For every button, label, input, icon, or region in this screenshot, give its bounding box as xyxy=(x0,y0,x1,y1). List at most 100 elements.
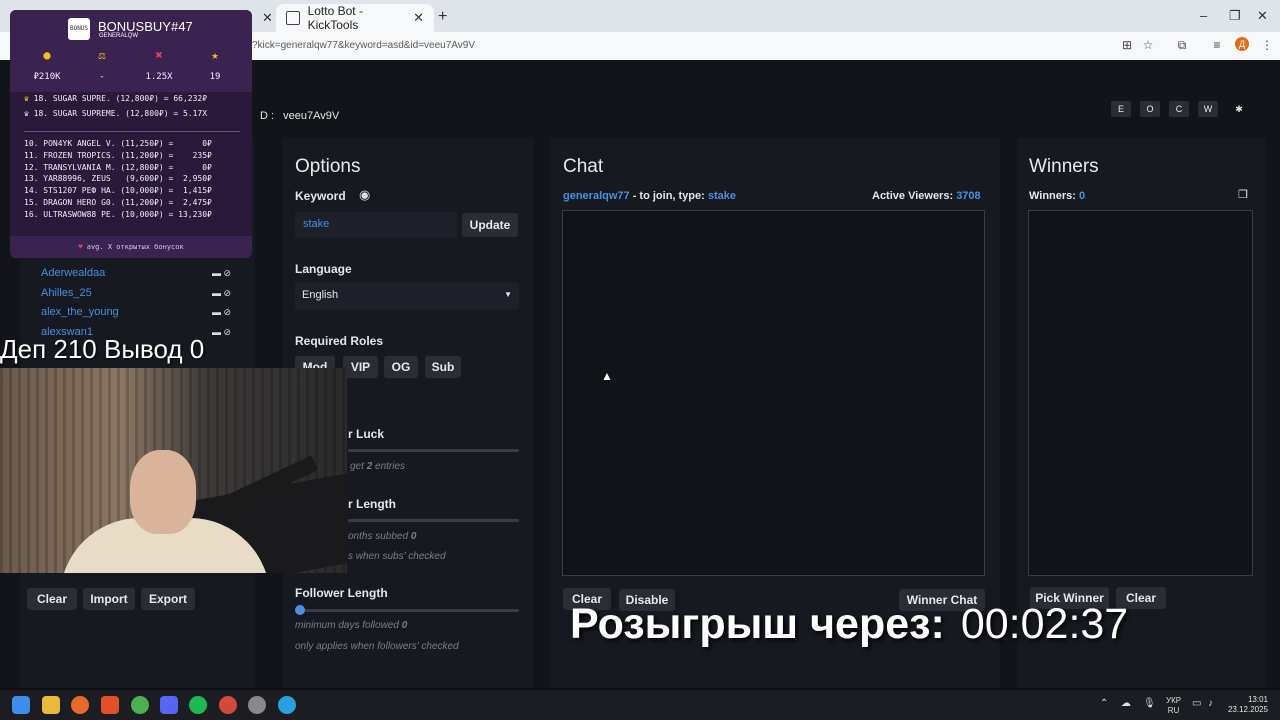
tab-previous[interactable]: ✕ xyxy=(252,4,273,32)
close-tab-icon[interactable]: ✕ xyxy=(413,10,424,26)
role-sub-button[interactable]: Sub xyxy=(425,356,461,378)
display-icon[interactable]: ▭ xyxy=(1192,698,1201,709)
deposit-withdraw-text: Деп 210 Вывод 0 xyxy=(0,334,205,364)
users-clear-button[interactable]: Clear xyxy=(27,588,77,610)
tab-lotto-bot[interactable]: Lotto Bot - KickTools ✕ xyxy=(276,4,434,32)
language-label: Language xyxy=(295,262,352,276)
bonus-row: 11. FROZEN TROPICS. (11,200₽) = 235₽ xyxy=(24,151,212,160)
extensions-icon[interactable]: ⧉ xyxy=(1175,38,1189,52)
eye-icon[interactable]: ◉ xyxy=(359,187,370,203)
network-icon[interactable]: ☁ xyxy=(1121,698,1131,709)
best-line: ♛ 18. SUGAR SUPRE. (12,800₽) = 66,232₽ xyxy=(24,94,208,103)
language-value: English xyxy=(302,289,339,301)
new-tab-button[interactable]: + xyxy=(438,8,447,26)
chrome-icon[interactable] xyxy=(131,696,149,714)
telegram-icon[interactable] xyxy=(278,696,296,714)
chat-title: Chat xyxy=(563,156,604,177)
mic-icon[interactable]: 🎙 xyxy=(1143,698,1156,709)
bonus-footer: ♥ avg. X открытых бонусок xyxy=(10,236,252,258)
page-icon xyxy=(286,11,300,25)
chat-box[interactable] xyxy=(562,210,985,576)
pill-c[interactable]: C xyxy=(1169,101,1189,117)
pill-w[interactable]: W xyxy=(1198,101,1218,117)
star-icon: ★ xyxy=(211,48,219,62)
clock[interactable]: 13:01 23.12.2025 xyxy=(1228,695,1268,715)
winners-count: Winners: 0 xyxy=(1029,190,1086,202)
sub-length-label: r Length xyxy=(348,497,396,511)
slider-thumb[interactable] xyxy=(295,605,305,615)
role-vip-button[interactable]: VIP xyxy=(343,356,378,378)
tab-title: Lotto Bot - KickTools xyxy=(307,4,363,32)
follower-length-slider[interactable] xyxy=(295,609,519,612)
id-label: D : xyxy=(260,110,275,122)
reading-list-icon[interactable]: ≡ xyxy=(1210,38,1224,52)
pill-star[interactable]: ✱ xyxy=(1229,101,1249,117)
bonus-row: 13. YAR88996, ZEUS (9,600₽) = 2,950₽ xyxy=(24,174,212,183)
raffle-timer: 00:02:37 xyxy=(960,600,1129,648)
user-item[interactable]: Ahilles_25 xyxy=(41,287,92,299)
stat-scale: ⚖ - xyxy=(72,48,132,83)
profile-avatar[interactable]: Д xyxy=(1235,37,1249,51)
stat-multiplier: ✖ 1.25X xyxy=(129,48,189,83)
close-tab-icon[interactable]: ✕ xyxy=(262,10,273,26)
windows-start-icon[interactable] xyxy=(12,696,30,714)
close-window-icon[interactable]: ✕ xyxy=(1257,8,1268,24)
url-text[interactable]: ?kick=generalqw77&keyword=asd&id=veeu7Av… xyxy=(252,40,475,51)
chrome-active-icon[interactable] xyxy=(219,696,237,714)
options-title: Options xyxy=(295,156,361,177)
translate-icon[interactable]: ⊞ xyxy=(1120,38,1134,52)
discord-icon[interactable] xyxy=(160,696,178,714)
menu-dots-icon[interactable]: ⋮ xyxy=(1260,38,1274,52)
firefox-icon[interactable] xyxy=(71,696,89,714)
sub-length-slider[interactable] xyxy=(348,519,519,522)
webcam-feed xyxy=(0,368,347,573)
luck-label: r Luck xyxy=(348,427,385,441)
sub-note-2: s when subs' checked xyxy=(348,551,446,562)
bookmark-star-icon[interactable]: ☆ xyxy=(1141,38,1155,52)
stat-balance: ● ₽210K xyxy=(17,48,77,83)
heart-icon: ♥ xyxy=(78,243,83,251)
user-actions-icon[interactable]: ▬ ⊘ xyxy=(212,288,231,299)
pill-e[interactable]: E xyxy=(1111,101,1131,117)
user-item[interactable]: alex_the_young xyxy=(41,306,119,318)
pill-o[interactable]: O xyxy=(1140,101,1160,117)
user-actions-icon[interactable]: ▬ ⊘ xyxy=(212,268,231,279)
stat-count: ★ 19 xyxy=(185,48,245,83)
language-select[interactable]: English ▼ xyxy=(295,283,519,309)
user-actions-icon[interactable]: ▬ ⊘ xyxy=(212,327,231,338)
file-explorer-icon[interactable] xyxy=(42,696,60,714)
bonus-row: 10. PON4YK ANGEL V. (11,250₽) = 0₽ xyxy=(24,139,212,148)
best-line: ♛ 18. SUGAR SUPREME. (12,800₽) = 5.17X xyxy=(24,109,208,118)
luck-slider[interactable] xyxy=(348,449,519,452)
tray-chevron-icon[interactable]: ⌃ xyxy=(1100,698,1108,709)
session-id: D : veeu7Av9V xyxy=(254,110,339,122)
luck-note: get 2 entries xyxy=(350,461,406,472)
scales-icon: ⚖ xyxy=(98,48,106,62)
keyword-input[interactable]: stake xyxy=(295,212,457,238)
users-export-button[interactable]: Export xyxy=(141,588,195,610)
chat-join-line: generalqw77 - to join, type: stake xyxy=(563,190,737,202)
user-actions-icon[interactable]: ▬ ⊘ xyxy=(212,307,231,318)
copy-icon[interactable]: ❐ xyxy=(1238,188,1248,201)
language-indicator[interactable]: УКР RU xyxy=(1166,696,1181,716)
brave-icon[interactable] xyxy=(101,696,119,714)
app-icon[interactable] xyxy=(248,696,266,714)
restore-icon[interactable]: ❐ xyxy=(1229,8,1241,24)
volume-icon[interactable]: ♪ xyxy=(1208,698,1213,709)
spotify-icon[interactable] xyxy=(189,696,207,714)
chevron-down-icon: ▼ xyxy=(504,290,512,299)
mouse-cursor-icon: ▲ xyxy=(601,369,613,383)
users-import-button[interactable]: Import xyxy=(83,588,135,610)
bonus-logo: BONUS xyxy=(68,18,90,40)
user-item[interactable]: Aderwealdaa xyxy=(41,267,105,279)
id-value: veeu7Av9V xyxy=(283,110,340,122)
update-button[interactable]: Update xyxy=(462,213,518,237)
keyword-label: Keyword xyxy=(295,189,346,203)
raffle-countdown: Розыгрыш через: 00:02:37 xyxy=(570,600,1128,649)
keyword-value: stake xyxy=(303,218,330,230)
bonus-row: 14. STS1207 РЕФ НА. (10,000₽) = 1,415₽ xyxy=(24,186,212,195)
bonus-row: 15. DRAGON HERO G0. (11,200₽) = 2,475₽ xyxy=(24,198,212,207)
role-og-button[interactable]: OG xyxy=(384,356,418,378)
minimize-icon[interactable]: – xyxy=(1200,8,1207,23)
channel-link[interactable]: generalqw77 xyxy=(563,190,630,202)
